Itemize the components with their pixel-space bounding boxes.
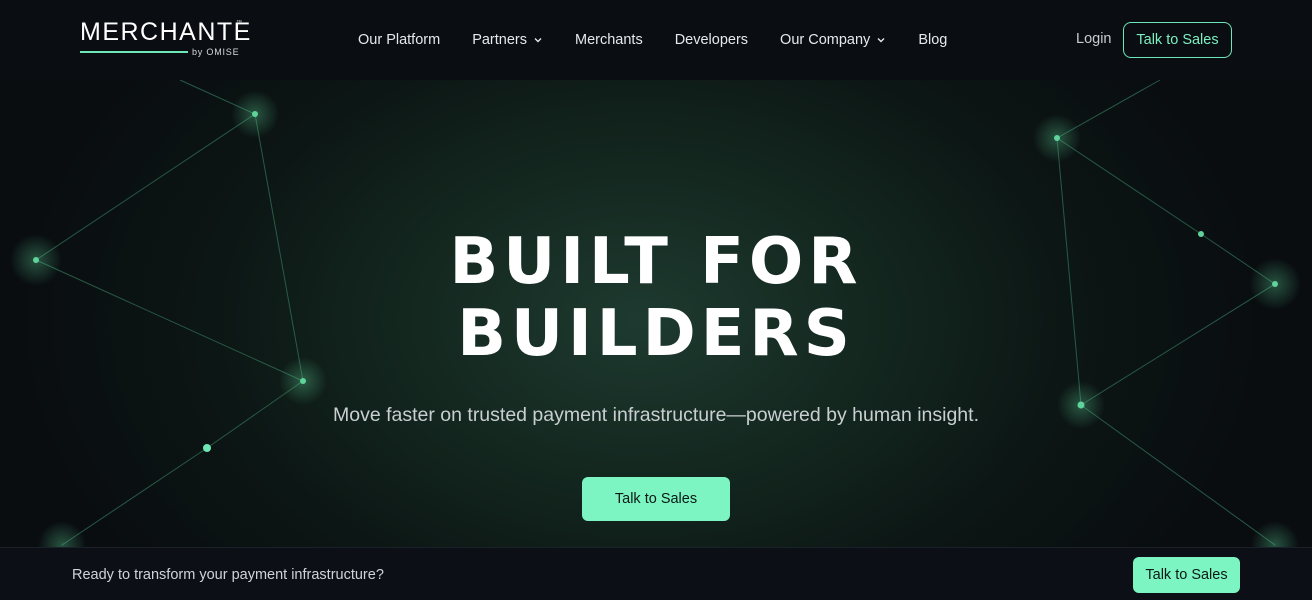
hero-talk-to-sales-button[interactable]: Talk to Sales — [582, 477, 730, 521]
nav-item-our-company[interactable]: Our Company — [780, 32, 886, 48]
nav-item-blog[interactable]: Blog — [918, 32, 947, 48]
headline-line-1: BUILT FOR — [449, 225, 863, 299]
nav-item-partners[interactable]: Partners — [472, 32, 543, 48]
login-link[interactable]: Login — [1076, 31, 1111, 47]
logo-wordmark: MERCHANTE — [80, 18, 252, 46]
hero-headline: BUILT FOR BUILDERS — [0, 226, 1312, 370]
hero-section: BUILT FOR BUILDERS Move faster on truste… — [0, 0, 1312, 600]
logo[interactable]: MERCHANTE ™ by OMISE — [80, 18, 250, 60]
site-header: MERCHANTE ™ by OMISE Our Platform Partne… — [0, 0, 1312, 80]
nav-item-merchants[interactable]: Merchants — [575, 32, 643, 48]
banner-talk-to-sales-button[interactable]: Talk to Sales — [1133, 557, 1240, 593]
hero-subtitle: Move faster on trusted payment infrastru… — [333, 404, 979, 426]
bottom-banner: Ready to transform your payment infrastr… — [0, 547, 1312, 600]
logo-trademark: ™ — [236, 20, 242, 26]
nav-item-label: Developers — [674, 32, 749, 48]
nav-item-label: Partners — [472, 32, 527, 48]
logo-byline: by OMISE — [192, 47, 240, 57]
header-talk-to-sales-button[interactable]: Talk to Sales — [1123, 22, 1232, 58]
banner-text: Ready to transform your payment infrastr… — [72, 567, 384, 583]
chevron-down-icon — [534, 38, 542, 43]
chevron-down-icon — [877, 38, 885, 43]
nav-item-our-platform[interactable]: Our Platform — [358, 32, 440, 48]
nav-item-developers[interactable]: Developers — [675, 32, 748, 48]
nav-item-label: Our Platform — [358, 32, 441, 48]
logo-underline — [80, 51, 188, 53]
main-nav: Our Platform Partners Merchants Develope… — [358, 0, 979, 80]
nav-item-label: Blog — [918, 32, 948, 48]
headline-line-2: BUILDERS — [457, 297, 855, 371]
nav-item-label: Our Company — [780, 32, 871, 48]
nav-item-label: Merchants — [575, 32, 643, 48]
